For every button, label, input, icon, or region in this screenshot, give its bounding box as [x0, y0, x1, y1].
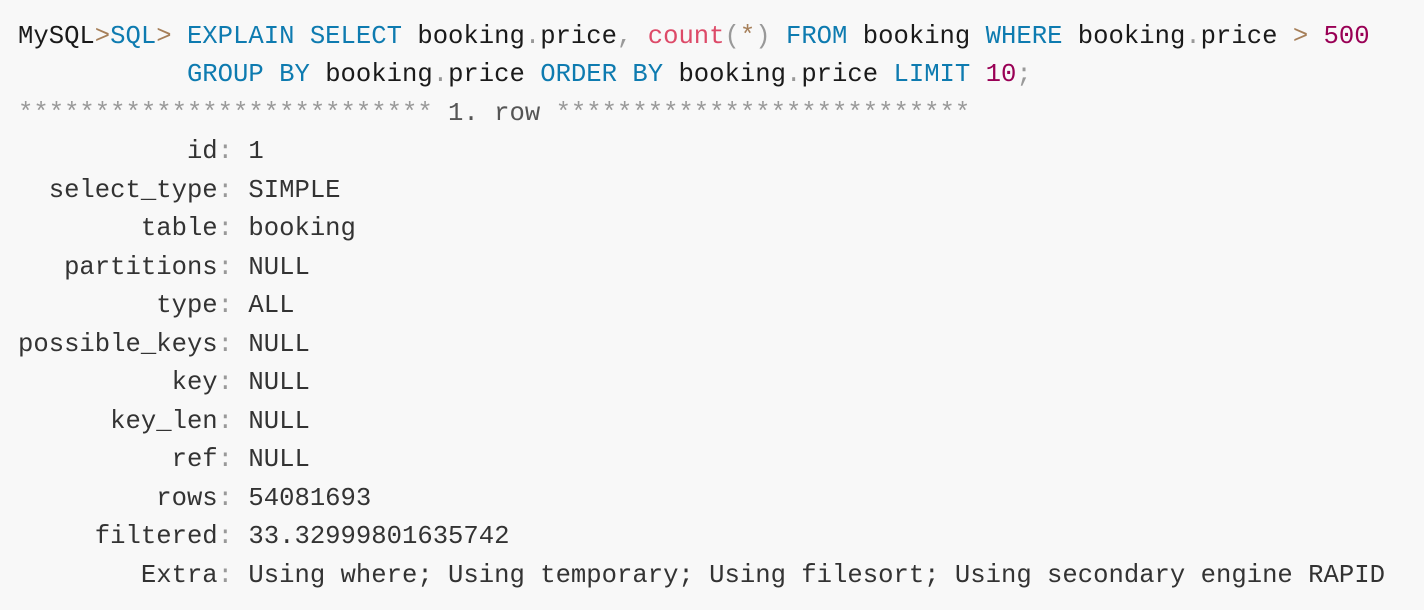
keyword-limit: LIMIT [893, 60, 971, 89]
number-literal: 10 [985, 60, 1017, 89]
identifier-table: booking [862, 22, 971, 51]
query-line-2: GROUP BY booking.price ORDER BY booking.… [18, 56, 1032, 94]
punct-dot: . [524, 22, 541, 51]
field-value: NULL [248, 330, 310, 359]
keyword-group-by: GROUP BY [186, 60, 310, 89]
field-name: partitions [64, 253, 218, 282]
punct-paren: ) [755, 22, 771, 51]
punct-dot: . [432, 60, 449, 89]
field-name: ref [171, 445, 218, 474]
field-row-type: type: ALL [156, 291, 295, 320]
identifier-table: booking [1077, 22, 1186, 51]
row-label: 1. row [448, 99, 541, 128]
punct-dot: . [785, 60, 802, 89]
field-row-id: id: 1 [186, 137, 264, 166]
operator-gt: > [1292, 22, 1309, 51]
field-value: 1 [248, 137, 264, 166]
query-line-1: MySQL>SQL> EXPLAIN SELECT booking.price,… [18, 18, 1370, 56]
prompt-product: MySQL [18, 22, 95, 51]
field-name: id [186, 137, 218, 166]
field-row-partitions: partitions: NULL [64, 253, 310, 282]
prompt-mode: SQL [110, 22, 157, 51]
punct-paren: ( [724, 22, 740, 51]
identifier-table: booking [417, 22, 525, 51]
field-name: Extra [140, 561, 218, 590]
field-row-extra: Extra: Using where; Using temporary; Usi… [140, 561, 1385, 590]
field-value: NULL [248, 445, 310, 474]
keyword-select: SELECT [309, 22, 402, 51]
separator-stars: *************************** [18, 99, 433, 128]
field-value: booking [248, 214, 356, 243]
field-row-possible-keys: possible_keys: NULL [18, 330, 310, 359]
field-value: 54081693 [248, 484, 372, 513]
field-name: key_len [110, 407, 218, 436]
separator-stars: *************************** [555, 99, 971, 128]
field-row-table: table: booking [140, 214, 356, 243]
identifier-field: price [448, 60, 525, 89]
keyword-where: WHERE [985, 22, 1063, 51]
identifier-table: booking [325, 60, 433, 89]
punct-dot: . [1185, 22, 1201, 51]
identifier-table: booking [678, 60, 786, 89]
field-name: table [140, 214, 218, 243]
prompt-arrow: > [94, 22, 111, 51]
field-value: NULL [248, 253, 310, 282]
field-value: SIMPLE [248, 176, 341, 205]
terminal-output: MySQL>SQL> EXPLAIN SELECT booking.price,… [0, 0, 1424, 610]
row-separator: *************************** 1. row *****… [18, 95, 970, 133]
field-row-filtered: filtered: 33.32999801635742 [94, 522, 510, 551]
field-value: ALL [248, 291, 295, 320]
prompt-arrow: > [156, 22, 172, 51]
function-count: count [647, 22, 725, 51]
operator-star: * [739, 22, 756, 51]
field-name: filtered [94, 522, 218, 551]
field-name: possible_keys [18, 330, 218, 359]
field-row-ref: ref: NULL [171, 445, 310, 474]
field-name: type [156, 291, 218, 320]
field-name: key [171, 368, 218, 397]
punct-comma: , [617, 22, 633, 51]
punct-semicolon: ; [1016, 60, 1032, 89]
number-literal: 500 [1323, 22, 1370, 51]
field-value: NULL [248, 407, 310, 436]
keyword-order-by: ORDER BY [540, 60, 664, 89]
field-value: Using where; Using temporary; Using file… [248, 561, 1385, 590]
field-value: 33.32999801635742 [248, 522, 510, 551]
field-row-key: key: NULL [171, 368, 310, 397]
keyword-from: FROM [785, 22, 848, 51]
keyword-explain: EXPLAIN [186, 22, 295, 51]
field-row-select-type: select_type: SIMPLE [48, 176, 341, 205]
field-row-rows: rows: 54081693 [156, 484, 372, 513]
field-name: select_type [48, 176, 218, 205]
identifier-field: price [801, 60, 879, 89]
field-name: rows [156, 484, 218, 513]
field-value: NULL [248, 368, 310, 397]
identifier-field: price [1200, 22, 1278, 51]
field-row-key-len: key_len: NULL [110, 407, 310, 436]
identifier-field: price [540, 22, 618, 51]
